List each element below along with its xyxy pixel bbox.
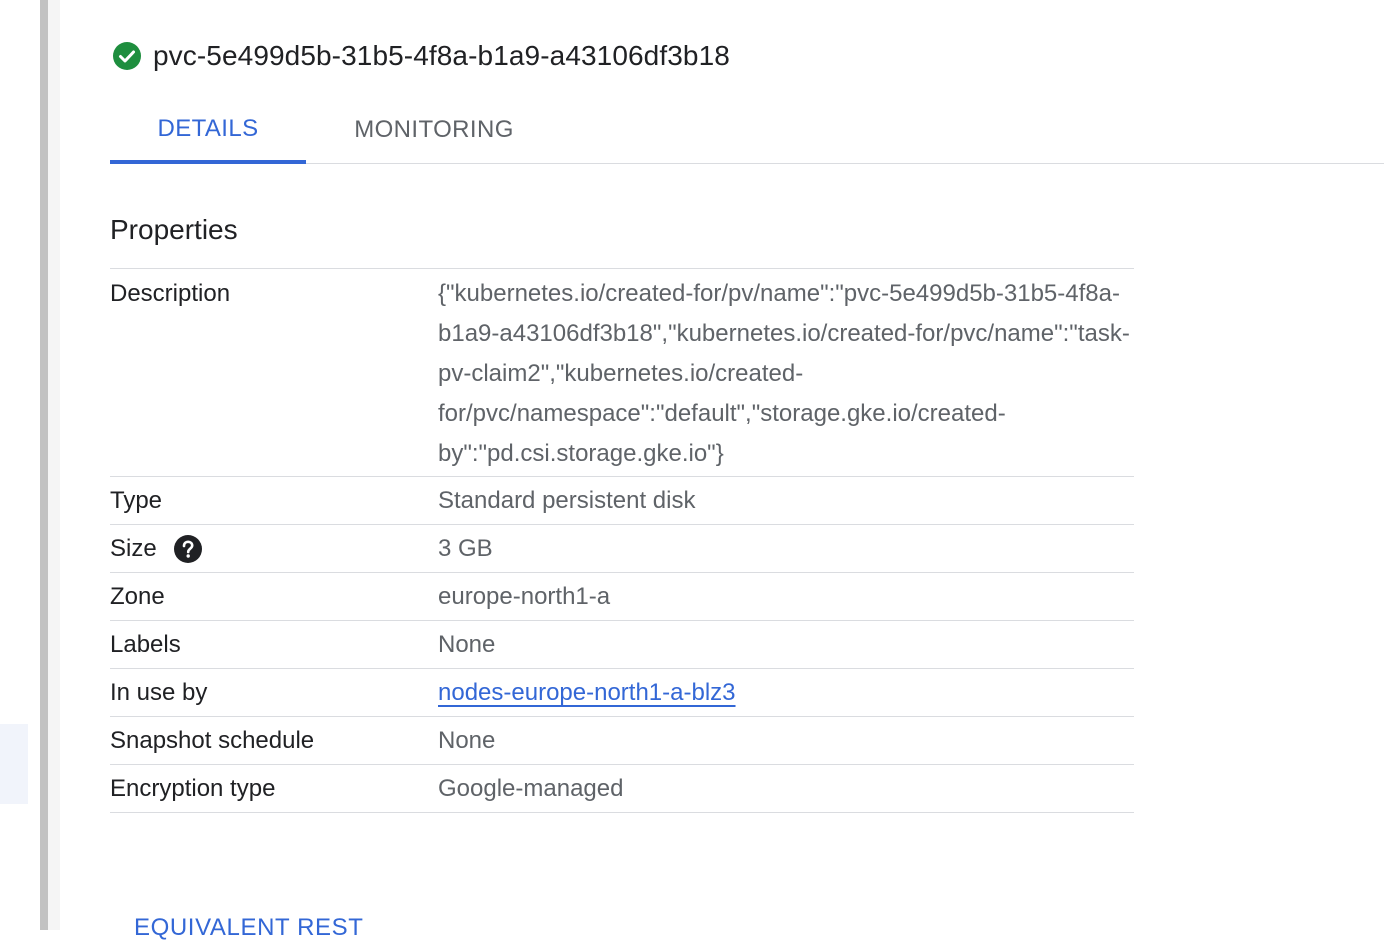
property-key-with-help: Size [110, 534, 438, 564]
property-key: In use by [110, 678, 208, 706]
property-key-label: Size [110, 534, 157, 562]
help-circle-icon[interactable] [173, 534, 203, 564]
property-key: Zone [110, 582, 165, 610]
section-title-properties: Properties [110, 214, 238, 245]
resource-header: pvc-5e499d5b-31b5-4f8a-b1a9-a43106df3b18 [112, 38, 730, 74]
equivalent-rest-button[interactable]: EQUIVALENT REST [134, 914, 364, 942]
property-row-type: Type Standard persistent disk [110, 477, 1134, 525]
property-value: Standard persistent disk [438, 486, 696, 514]
property-key: Description [110, 280, 231, 307]
tabs-bar: DETAILS MONITORING [110, 96, 1384, 164]
property-value: nodes-europe-north1-a-blz3 [438, 669, 1134, 717]
property-row-description: Description {"kubernetes.io/created-for/… [110, 269, 1134, 477]
property-row-encryption-type: Encryption type Google-managed [110, 765, 1134, 813]
property-row-in-use-by: In use by nodes-europe-north1-a-blz3 [110, 669, 1134, 717]
scrollbar-thumb[interactable] [40, 0, 48, 930]
property-value: None [438, 726, 496, 754]
property-key: Snapshot schedule [110, 726, 315, 754]
property-row-snapshot-schedule: Snapshot schedule None [110, 717, 1134, 765]
property-key: Encryption type [110, 774, 276, 802]
property-row-size: Size 3 GB [110, 525, 1134, 573]
resource-title: pvc-5e499d5b-31b5-4f8a-b1a9-a43106df3b18 [153, 40, 730, 71]
property-value: europe-north1-a [438, 582, 611, 610]
property-key: Labels [110, 630, 181, 658]
property-row-zone: Zone europe-north1-a [110, 573, 1134, 621]
check-circle-icon [112, 41, 142, 71]
property-value: 3 GB [438, 534, 493, 562]
property-key: Type [110, 486, 163, 514]
property-value: None [438, 630, 496, 658]
property-value: Google-managed [438, 774, 624, 802]
tab-details[interactable]: DETAILS [110, 96, 306, 164]
in-use-by-link[interactable]: nodes-europe-north1-a-blz3 [438, 679, 736, 706]
properties-table: Description {"kubernetes.io/created-for/… [110, 268, 1134, 813]
left-nav-panel [0, 0, 40, 930]
tab-monitoring[interactable]: MONITORING [306, 96, 562, 164]
property-row-labels: Labels None [110, 621, 1134, 669]
left-nav-selected-item[interactable] [0, 724, 28, 804]
property-value: {"kubernetes.io/created-for/pv/name":"pv… [438, 280, 1130, 467]
